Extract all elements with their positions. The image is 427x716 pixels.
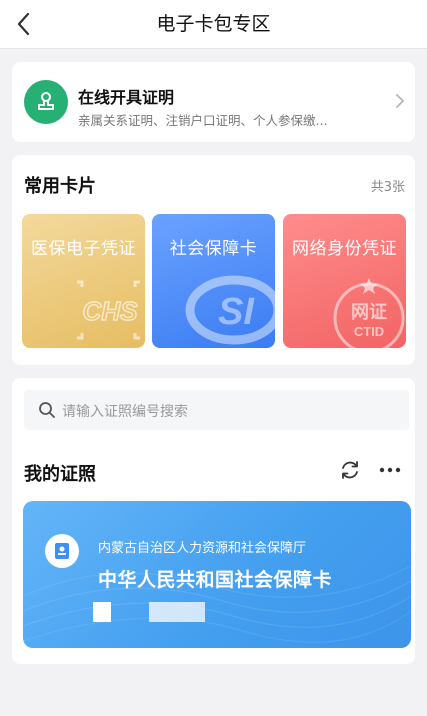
svg-text:CHS: CHS [83, 296, 139, 326]
certificate-service-title: 在线开具证明 [78, 88, 175, 107]
card-label: 社会保障卡 [169, 239, 258, 259]
search-placeholder: 请输入证照编号搜索 [62, 404, 188, 420]
si-logo-icon: SI [185, 275, 275, 345]
section-title: 常用卡片 [24, 176, 96, 197]
my-certificates-section: 请输入证照编号搜索 我的证照 内蒙古自治区人力资源和社会保障厅 中华人民共和国社… [12, 378, 415, 664]
social-security-card[interactable]: 社会保障卡 SI [152, 214, 275, 348]
search-input[interactable]: 请输入证照编号搜索 [24, 390, 409, 430]
more-options-icon[interactable] [379, 461, 401, 479]
header-bar: 电子卡包专区 [0, 0, 427, 49]
chevron-right-icon [396, 94, 404, 108]
network-identity-card[interactable]: 网络身份凭证 网证 CTID [283, 214, 406, 348]
social-security-card-item[interactable]: 内蒙古自治区人力资源和社会保障厅 中华人民共和国社会保障卡 [23, 501, 411, 648]
svg-text:SI: SI [218, 291, 255, 333]
card-count: 共3张 [370, 180, 405, 195]
page-title: 电子卡包专区 [156, 13, 271, 35]
medical-insurance-card[interactable]: 医保电子凭证 CHS [22, 214, 145, 348]
card-label: 医保电子凭证 [31, 239, 136, 259]
card-issuer: 内蒙古自治区人力资源和社会保障厅 [98, 541, 307, 556]
search-icon [39, 402, 55, 418]
card-name: 中华人民共和国社会保障卡 [98, 569, 333, 591]
stamp-icon [24, 80, 68, 124]
common-cards-section: 常用卡片 共3张 医保电子凭证 CHS 社会保障卡 SI 网络身份凭证 网证 C… [12, 155, 415, 365]
redacted-block [149, 602, 205, 622]
chs-logo-icon: CHS [77, 280, 140, 340]
svg-text:网证: 网证 [351, 302, 387, 323]
certificate-service-subtitle: 亲属关系证明、注销户口证明、个人参保缴... [78, 113, 328, 128]
svg-text:CTID: CTID [354, 324, 384, 339]
section-title: 我的证照 [24, 464, 96, 485]
card-list: 医保电子凭证 CHS 社会保障卡 SI 网络身份凭证 网证 CTID [22, 214, 406, 348]
redacted-block [93, 602, 111, 622]
card-label: 网络身份凭证 [292, 239, 397, 259]
id-card-icon [45, 534, 79, 568]
refresh-icon[interactable] [339, 459, 361, 481]
ctid-seal-icon: 网证 CTID [333, 278, 405, 348]
online-certificate-row[interactable]: 在线开具证明 亲属关系证明、注销户口证明、个人参保缴... [12, 62, 415, 142]
